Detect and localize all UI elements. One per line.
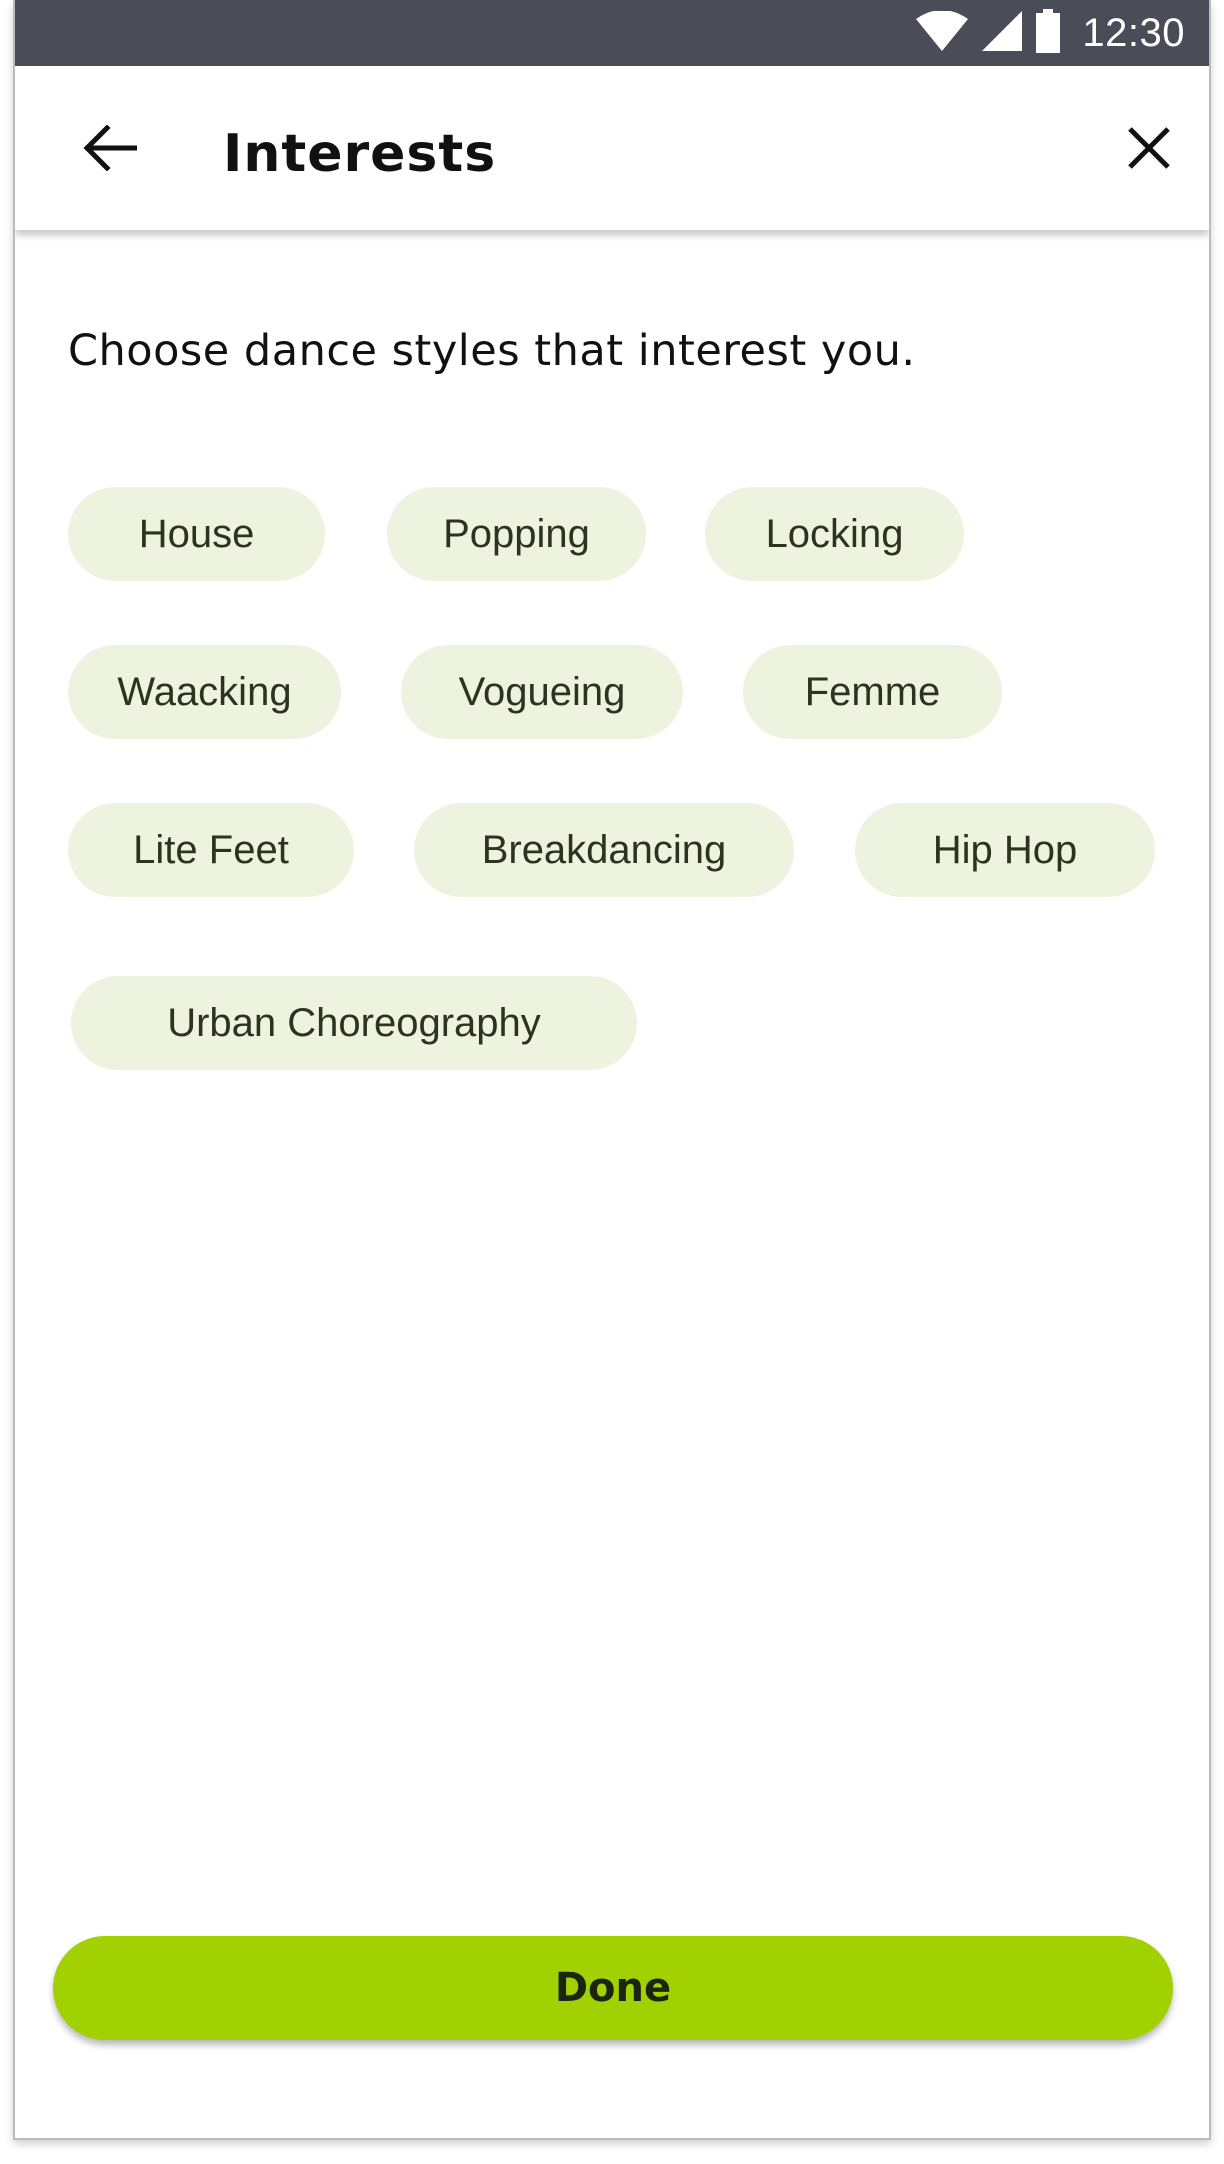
prompt-text: Choose dance styles that interest you. <box>68 326 916 376</box>
app-bar: Interests <box>15 66 1209 230</box>
chip-lite-feet[interactable]: Lite Feet <box>68 803 354 897</box>
close-button[interactable] <box>1109 110 1189 190</box>
back-button[interactable] <box>70 110 150 190</box>
chip-hip-hop[interactable]: Hip Hop <box>855 803 1155 897</box>
wifi-icon <box>916 10 969 55</box>
chip-house[interactable]: House <box>68 487 325 581</box>
status-icons: 12:30 <box>916 0 1185 66</box>
done-button[interactable]: Done <box>53 1936 1173 2040</box>
close-icon <box>1127 126 1171 174</box>
battery-icon <box>1036 9 1061 57</box>
chip-waacking[interactable]: Waacking <box>68 645 341 739</box>
phone-screen: 12:30 Interests Choose dance styles that… <box>13 0 1211 2140</box>
status-bar: 12:30 <box>15 0 1209 66</box>
page-title: Interests <box>223 124 497 184</box>
chip-vogueing[interactable]: Vogueing <box>401 645 683 739</box>
chip-popping[interactable]: Popping <box>387 487 646 581</box>
chip-breakdancing[interactable]: Breakdancing <box>414 803 794 897</box>
status-time: 12:30 <box>1082 10 1185 55</box>
chip-locking[interactable]: Locking <box>705 487 964 581</box>
cell-signal-icon <box>982 11 1023 55</box>
chip-urban-choreography[interactable]: Urban Choreography <box>71 976 637 1070</box>
chip-femme[interactable]: Femme <box>743 645 1002 739</box>
arrow-back-icon <box>83 124 138 175</box>
